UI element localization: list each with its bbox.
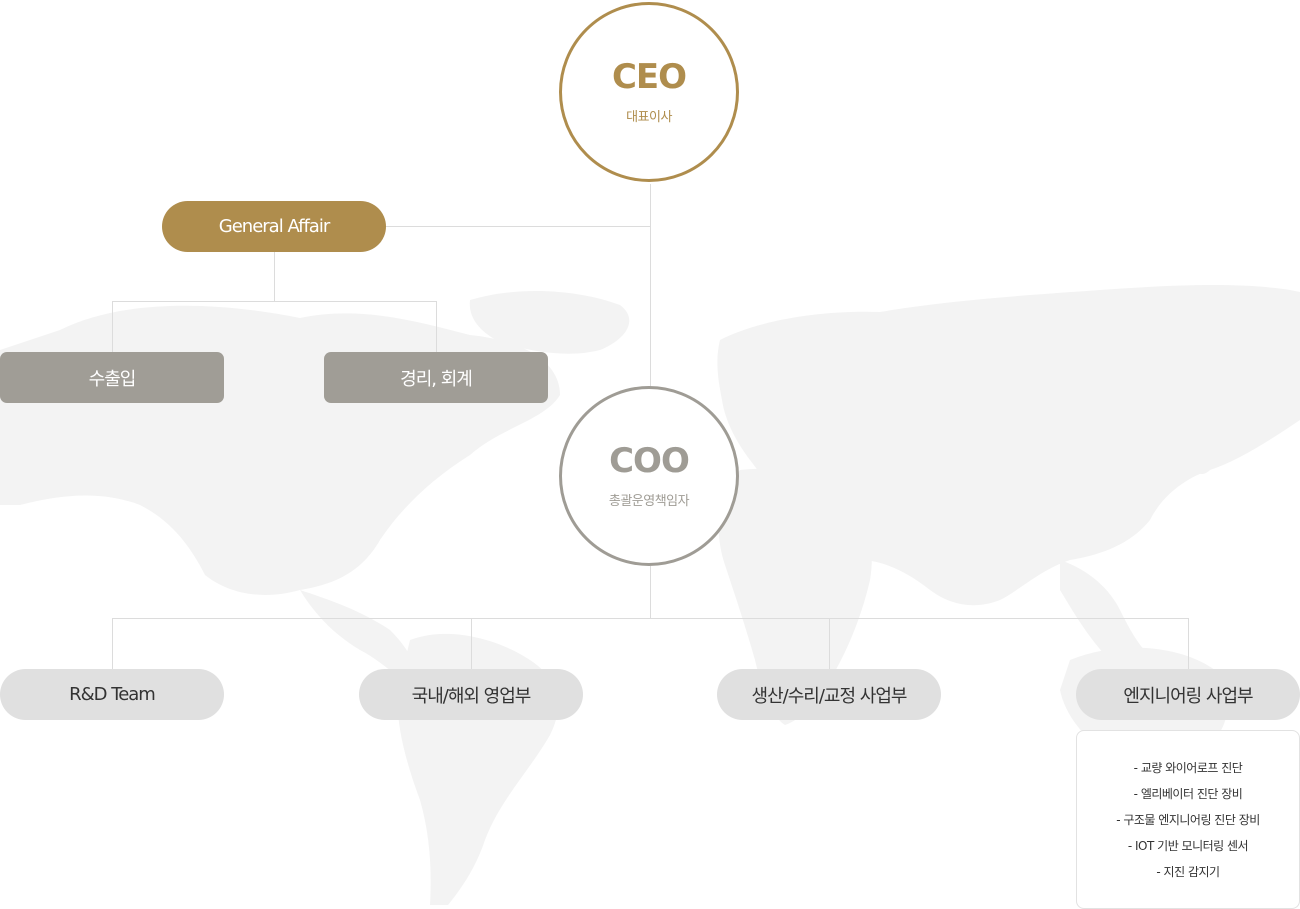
connector-to-dept-2	[436, 301, 437, 352]
connector-ceo-to-general-affair	[386, 226, 651, 227]
connector-to-division-2	[471, 618, 472, 669]
engineering-detail-item: - 지진 감지기	[1156, 864, 1220, 879]
connector-divisions-bar	[112, 618, 1189, 619]
engineering-details-box: - 교량 와이어로프 진단 - 엘리베이터 진단 장비 - 구조물 엔지니어링 …	[1076, 730, 1300, 909]
dept-export-import: 수출입	[0, 352, 224, 403]
division-rnd-team: R&D Team	[0, 669, 224, 720]
ceo-node: CEO 대표이사	[559, 2, 739, 182]
connector-to-division-1	[112, 618, 113, 669]
coo-subtitle: 총괄운영책임자	[608, 493, 690, 509]
connector-general-affair-bar	[112, 301, 437, 302]
engineering-detail-item: - 구조물 엔지니어링 진단 장비	[1116, 812, 1260, 827]
connector-to-division-4	[1188, 618, 1189, 669]
coo-title: COO	[609, 440, 690, 481]
connector-to-division-3	[829, 618, 830, 669]
connector-ceo-trunk	[650, 184, 651, 387]
division-production: 생산/수리/교정 사업부	[717, 669, 941, 720]
engineering-detail-item: - 교량 와이어로프 진단	[1133, 760, 1243, 775]
dept-accounting: 경리, 회계	[324, 352, 548, 403]
map-north-america	[0, 305, 560, 595]
ceo-subtitle: 대표이사	[626, 109, 672, 125]
division-engineering: 엔지니어링 사업부	[1076, 669, 1300, 720]
ceo-title: CEO	[611, 56, 687, 97]
division-sales: 국내/해외 영업부	[359, 669, 583, 720]
engineering-detail-item: - 엘리베이터 진단 장비	[1133, 786, 1243, 801]
general-affair-node: General Affair	[162, 201, 386, 252]
connector-to-dept-1	[112, 301, 113, 352]
connector-coo-down	[650, 566, 651, 618]
coo-node: COO 총괄운영책임자	[559, 386, 739, 566]
engineering-detail-item: - IOT 기반 모니터링 센서	[1127, 838, 1249, 853]
connector-general-affair-down	[274, 252, 275, 301]
